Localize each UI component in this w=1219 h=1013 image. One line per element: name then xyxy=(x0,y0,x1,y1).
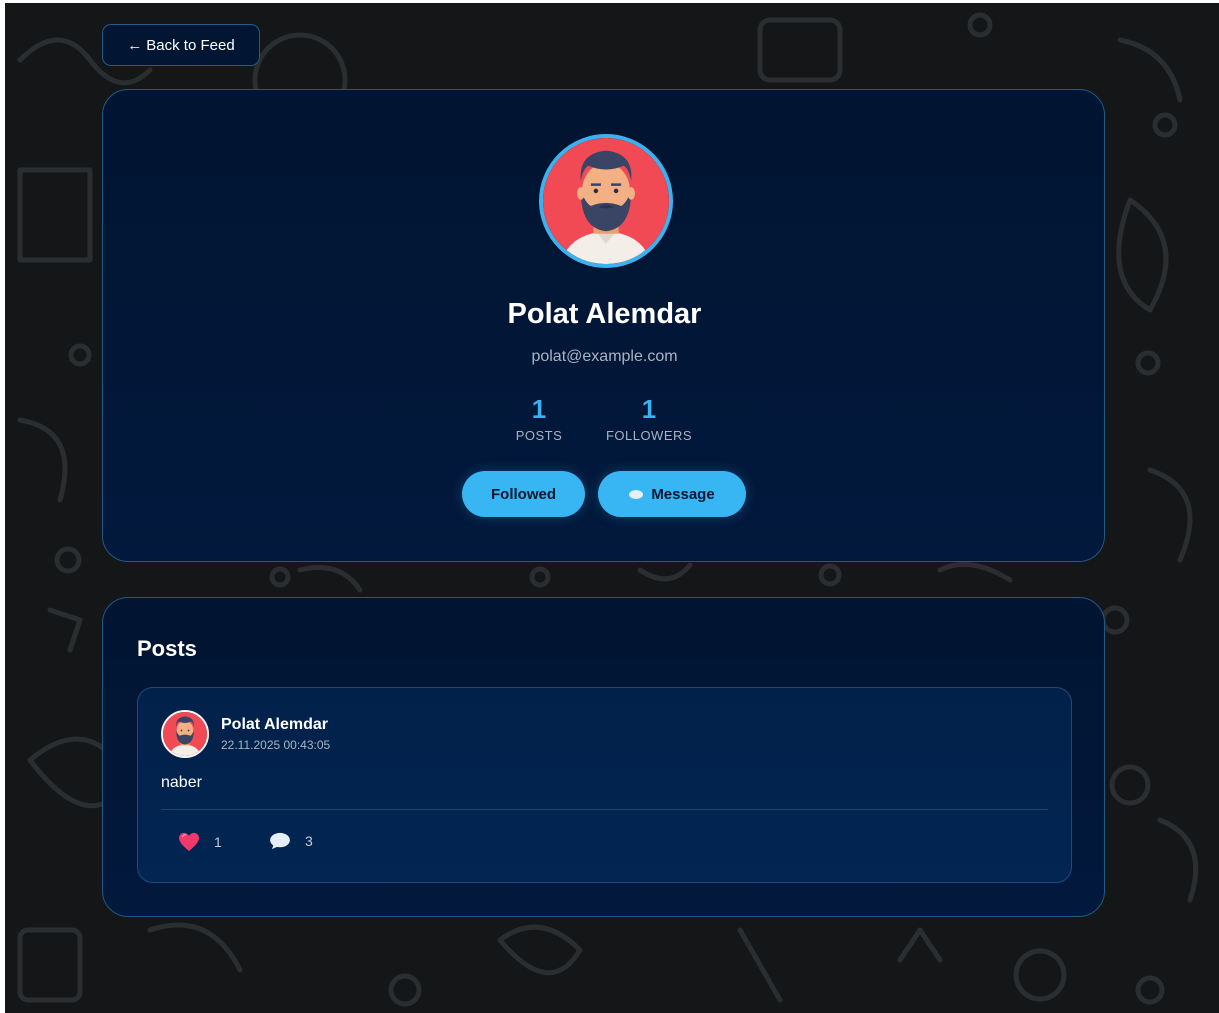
profile-name: Polat Alemdar xyxy=(507,298,702,330)
back-to-feed-label: Back to Feed xyxy=(146,36,235,54)
posts-section-title: Posts xyxy=(137,636,197,661)
post-item: Polat Alemdar 22.11.2025 00:43:05 naber … xyxy=(137,687,1072,883)
comment-button[interactable]: 3 xyxy=(269,832,313,850)
profile-card: Polat Alemdar polat@example.com 1 POSTS … xyxy=(102,89,1105,562)
comment-count: 3 xyxy=(305,833,313,849)
bearded-man-avatar-icon xyxy=(543,138,669,264)
posts-card: Posts Polat Alemdar 22.11.2025 00:43:05 … xyxy=(102,597,1105,917)
post-divider xyxy=(161,809,1048,810)
stat-followers-label: FOLLOWERS xyxy=(605,428,693,443)
arrow-left-icon: ← xyxy=(127,36,143,54)
like-button[interactable]: 1 xyxy=(178,832,222,852)
post-author-name[interactable]: Polat Alemdar xyxy=(221,716,328,734)
stat-followers: 1 FOLLOWERS xyxy=(599,392,699,443)
stat-followers-value: 1 xyxy=(641,394,657,424)
followed-button-label: Followed xyxy=(491,485,556,503)
post-timestamp: 22.11.2025 00:43:05 xyxy=(221,738,331,752)
profile-avatar xyxy=(539,134,673,268)
stat-posts: 1 POSTS xyxy=(499,392,579,443)
bearded-man-avatar-icon xyxy=(163,712,207,756)
stat-posts-value: 1 xyxy=(531,394,547,424)
speech-bubble-icon xyxy=(629,489,644,499)
post-content: naber xyxy=(161,774,202,791)
window-edge-left xyxy=(0,0,5,1013)
back-to-feed-button[interactable]: ← Back to Feed xyxy=(102,24,260,66)
heart-icon xyxy=(178,832,200,852)
stat-posts-label: POSTS xyxy=(515,428,563,443)
post-author-avatar[interactable] xyxy=(161,710,209,758)
window-edge-top xyxy=(0,0,1219,3)
like-count: 1 xyxy=(214,834,222,850)
message-button[interactable]: Message xyxy=(598,471,746,517)
followed-button[interactable]: Followed xyxy=(462,471,585,517)
message-button-label: Message xyxy=(651,485,715,503)
comment-bubble-icon xyxy=(269,832,291,850)
profile-email: polat@example.com xyxy=(531,348,678,365)
